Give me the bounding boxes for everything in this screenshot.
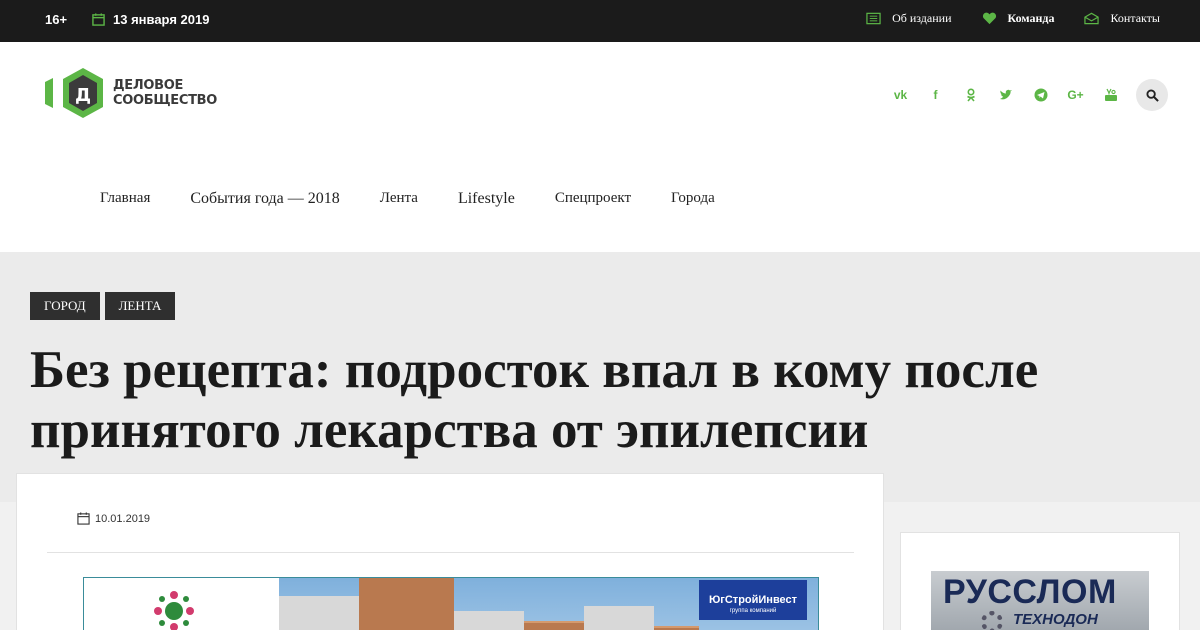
search-icon <box>1145 88 1159 102</box>
article-tags: ГОРОД ЛЕНТА <box>30 292 176 320</box>
calendar-icon <box>92 13 105 26</box>
logo-mark-icon: Д <box>45 68 103 118</box>
age-rating: 16+ <box>45 12 68 27</box>
article-hero: ГОРОД ЛЕНТА Без рецепта: подросток впал … <box>0 252 1200 502</box>
logo-line-1: ДЕЛОВОЕ <box>113 78 184 93</box>
banner-sign-text: ЮгСтройИнвест <box>708 594 798 606</box>
search-button[interactable] <box>1136 79 1168 111</box>
nav-item-cities[interactable]: Города <box>671 190 715 208</box>
logo-letter: Д <box>75 85 91 106</box>
sidebar-ad-sub: ТЕХНОДОН <box>1013 611 1098 628</box>
facebook-icon[interactable]: f <box>918 80 953 110</box>
top-date-text: 13 января 2019 <box>113 12 210 27</box>
telegram-icon[interactable] <box>1023 80 1058 110</box>
sidebar-ad-name: РУССЛОМ <box>943 573 1117 611</box>
nav-item-home[interactable]: Главная <box>100 190 150 208</box>
article-title: Без рецепта: подросток впал в кому после… <box>30 341 1039 459</box>
divider <box>47 552 854 553</box>
youtube-icon[interactable] <box>1093 80 1128 110</box>
banner-sign-sub: группа компаний <box>729 608 777 614</box>
site-logo[interactable]: Д ДЕЛОВОЕ СООБЩЕСТВО <box>45 66 217 120</box>
nav-item-lifestyle[interactable]: Lifestyle <box>458 190 515 208</box>
article-banner-ad[interactable]: ЮгСтройИнвест группа компаний <box>83 577 819 630</box>
main-nav: Главная События года — 2018 Лента Lifest… <box>100 190 715 208</box>
article-meta: 10.01.2019 <box>77 512 150 525</box>
social-links: vk f G+ <box>883 79 1168 111</box>
tag-city[interactable]: ГОРОД <box>30 292 100 320</box>
banner-left-panel <box>84 578 279 630</box>
heart-icon <box>982 12 996 25</box>
banner-sign: ЮгСтройИнвест группа компаний <box>699 580 807 620</box>
gear-icon <box>981 611 1003 630</box>
logo-line-2: СООБЩЕСТВО <box>113 93 218 108</box>
odnoklassniki-icon[interactable] <box>953 80 988 110</box>
vk-icon[interactable]: vk <box>883 80 918 110</box>
article-date: 10.01.2019 <box>95 512 151 525</box>
flower-logo-icon <box>154 591 194 630</box>
top-links: Об издании Команда Контакты <box>866 11 1160 26</box>
top-bar: 16+ 13 января 2019 Об издании Команда Ко… <box>0 0 1200 42</box>
nav-item-events-2018[interactable]: События года — 2018 <box>190 190 339 208</box>
sidebar: РУССЛОМ ТЕХНОДОН <box>900 532 1180 630</box>
vk-label: vk <box>893 88 908 102</box>
about-link-label: Об издании <box>892 11 952 25</box>
google-plus-icon[interactable]: G+ <box>1058 80 1093 110</box>
newspaper-icon <box>866 12 881 25</box>
site-header: Д ДЕЛОВОЕ СООБЩЕСТВО vk f G+ Главная Соб… <box>0 42 1200 252</box>
envelope-icon <box>1084 12 1100 25</box>
about-link[interactable]: Об издании <box>866 11 952 26</box>
contacts-link[interactable]: Контакты <box>1084 11 1160 26</box>
nav-item-special[interactable]: Спецпроект <box>555 190 631 208</box>
twitter-icon[interactable] <box>988 80 1023 110</box>
google-plus-label: G+ <box>1067 88 1084 102</box>
logo-text: ДЕЛОВОЕ СООБЩЕСТВО <box>113 78 217 108</box>
sidebar-ad[interactable]: РУССЛОМ ТЕХНОДОН <box>931 571 1149 630</box>
team-link[interactable]: Команда <box>982 11 1055 26</box>
calendar-icon <box>77 512 90 525</box>
team-link-label: Команда <box>1007 11 1055 25</box>
facebook-label: f <box>933 88 938 102</box>
article-body: 10.01.2019 ЮгСтройИнвест группа компаний <box>16 473 884 630</box>
contacts-link-label: Контакты <box>1110 11 1160 25</box>
nav-item-feed[interactable]: Лента <box>380 190 418 208</box>
top-date: 13 января 2019 <box>92 12 209 27</box>
tag-feed[interactable]: ЛЕНТА <box>104 292 176 320</box>
